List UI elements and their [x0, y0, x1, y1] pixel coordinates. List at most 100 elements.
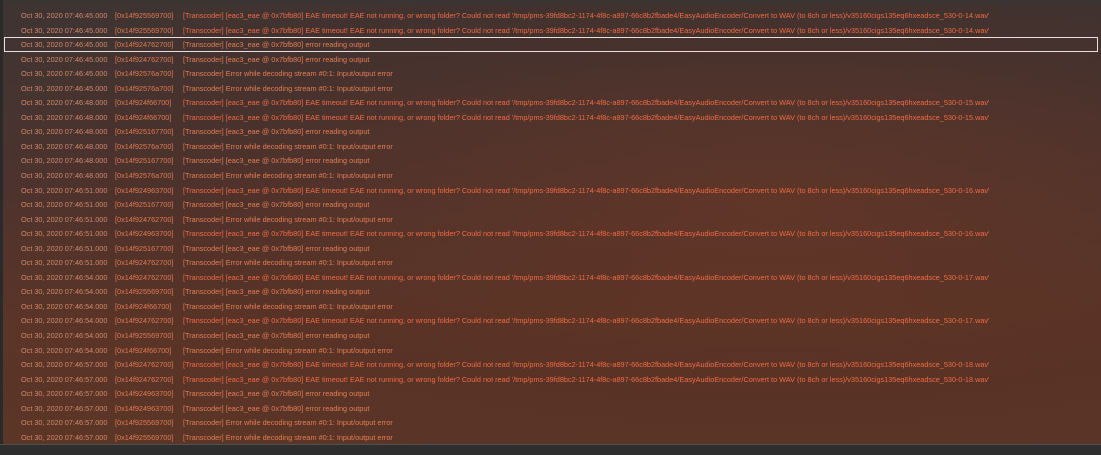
log-timestamp: Oct 30, 2020 07:46:57.000: [21, 360, 108, 370]
log-thread-id: [0x14f924f66700]: [115, 301, 172, 311]
log-timestamp: Oct 30, 2020 07:46:48.000: [21, 171, 108, 181]
log-row[interactable]: Oct 30, 2020 07:46:45.000 [0x14f92576a700…: [4, 66, 1098, 81]
left-border: [0, 0, 3, 445]
log-thread-id: [0x14f925569700]: [115, 25, 174, 35]
log-timestamp: Oct 30, 2020 07:46:54.000: [21, 301, 108, 311]
log-row[interactable]: Oct 30, 2020 07:46:48.000 [0x14f92576a700…: [4, 139, 1098, 154]
log-timestamp: Oct 30, 2020 07:46:48.000: [21, 141, 108, 151]
log-message: [Transcoder] [eac3_eae @ 0x7bfb80] EAE t…: [183, 360, 990, 370]
log-timestamp: Oct 30, 2020 07:46:54.000: [21, 345, 108, 355]
log-message: [Transcoder] [eac3_eae @ 0x7bfb80] error…: [183, 200, 370, 210]
log-row[interactable]: Oct 30, 2020 07:46:48.000 [0x14f924f66700…: [4, 95, 1098, 110]
log-timestamp: Oct 30, 2020 07:46:51.000: [21, 185, 108, 195]
log-message: [Transcoder] [eac3_eae @ 0x7bfb80] error…: [183, 243, 370, 253]
log-row[interactable]: Oct 30, 2020 07:46:54.000 [0x14f925569700…: [4, 284, 1098, 299]
log-row[interactable]: Oct 30, 2020 07:46:45.000 [0x14f924762700…: [4, 52, 1098, 67]
log-row[interactable]: Oct 30, 2020 07:46:57.000 [0x14f924963700…: [4, 386, 1098, 401]
log-thread-id: [0x14f925569700]: [115, 287, 174, 297]
log-timestamp: Oct 30, 2020 07:46:54.000: [21, 331, 108, 341]
log-row[interactable]: Oct 30, 2020 07:46:45.000 [0x14f92576a700…: [4, 81, 1098, 96]
log-row[interactable]: Oct 30, 2020 07:46:54.000 [0x14f924f66700…: [4, 343, 1098, 358]
log-thread-id: [0x14f925569700]: [115, 418, 174, 428]
log-timestamp: Oct 30, 2020 07:46:48.000: [21, 112, 108, 122]
log-timestamp: Oct 30, 2020 07:46:51.000: [21, 229, 108, 239]
log-timestamp: Oct 30, 2020 07:46:45.000: [21, 69, 108, 79]
log-message: [Transcoder] [eac3_eae @ 0x7bfb80] EAE t…: [183, 374, 990, 384]
log-thread-id: [0x14f924f66700]: [115, 98, 172, 108]
log-message: [Transcoder] [eac3_eae @ 0x7bfb80] error…: [183, 331, 370, 341]
log-thread-id: [0x14f924963700]: [115, 185, 174, 195]
log-row[interactable]: Oct 30, 2020 07:46:45.000 [0x14f925569700…: [4, 8, 1098, 23]
log-message: [Transcoder] [eac3_eae @ 0x7bfb80] EAE t…: [183, 229, 990, 239]
log-message: [Transcoder] Error while decoding stream…: [183, 141, 393, 151]
log-thread-id: [0x14f92576a700]: [115, 69, 174, 79]
log-thread-id: [0x14f925167700]: [115, 127, 174, 137]
log-message: [Transcoder] Error while decoding stream…: [183, 418, 393, 428]
log-timestamp: Oct 30, 2020 07:46:54.000: [21, 287, 108, 297]
log-row[interactable]: Oct 30, 2020 07:46:57.000 [0x14f924963700…: [4, 401, 1098, 416]
log-row[interactable]: Oct 30, 2020 07:46:51.000 [0x14f925167700…: [4, 241, 1098, 256]
log-timestamp: Oct 30, 2020 07:46:51.000: [21, 200, 108, 210]
log-row[interactable]: Oct 30, 2020 07:46:54.000 [0x14f924f66700…: [4, 299, 1098, 314]
log-timestamp: Oct 30, 2020 07:46:57.000: [21, 418, 108, 428]
log-thread-id: [0x14f924762700]: [115, 316, 174, 326]
log-timestamp: Oct 30, 2020 07:46:45.000: [21, 40, 108, 50]
log-message: [Transcoder] Error while decoding stream…: [183, 171, 393, 181]
log-timestamp: Oct 30, 2020 07:46:48.000: [21, 156, 108, 166]
log-row[interactable]: Oct 30, 2020 07:46:48.000 [0x14f92576a700…: [4, 168, 1098, 183]
log-row[interactable]: Oct 30, 2020 07:46:57.000 [0x14f925569700…: [4, 430, 1098, 445]
log-timestamp: Oct 30, 2020 07:46:51.000: [21, 258, 108, 268]
log-row[interactable]: Oct 30, 2020 07:46:54.000 [0x14f925569700…: [4, 328, 1098, 343]
log-row[interactable]: Oct 30, 2020 07:46:54.000 [0x14f924762700…: [4, 313, 1098, 328]
log-row[interactable]: Oct 30, 2020 07:46:48.000 [0x14f925167700…: [4, 124, 1098, 139]
log-row[interactable]: Oct 30, 2020 07:46:45.000 [0x14f925569700…: [4, 23, 1098, 38]
horizontal-scrollbar[interactable]: [0, 444, 1101, 455]
log-thread-id: [0x14f92576a700]: [115, 171, 174, 181]
log-row[interactable]: Oct 30, 2020 07:46:48.000 [0x14f924f66700…: [4, 110, 1098, 125]
log-timestamp: Oct 30, 2020 07:46:51.000: [21, 243, 108, 253]
log-message: [Transcoder] Error while decoding stream…: [183, 432, 393, 442]
log-row[interactable]: Oct 30, 2020 07:46:57.000 [0x14f924762700…: [4, 357, 1098, 372]
log-timestamp: Oct 30, 2020 07:46:57.000: [21, 389, 108, 399]
log-row[interactable]: Oct 30, 2020 07:46:54.000 [0x14f924762700…: [4, 270, 1098, 285]
log-row[interactable]: Oct 30, 2020 07:46:57.000 [0x14f925569700…: [4, 415, 1098, 430]
log-thread-id: [0x14f925569700]: [115, 331, 174, 341]
log-thread-id: [0x14f924f66700]: [115, 345, 172, 355]
log-message: [Transcoder] [eac3_eae @ 0x7bfb80] error…: [183, 127, 370, 137]
log-timestamp: Oct 30, 2020 07:46:48.000: [21, 127, 108, 137]
log-message: [Transcoder] Error while decoding stream…: [183, 301, 393, 311]
log-thread-id: [0x14f924762700]: [115, 214, 174, 224]
log-message: [Transcoder] [eac3_eae @ 0x7bfb80] error…: [183, 287, 370, 297]
log-message: [Transcoder] Error while decoding stream…: [183, 345, 393, 355]
log-message: [Transcoder] [eac3_eae @ 0x7bfb80] error…: [183, 403, 370, 413]
top-border: [0, 0, 1101, 4]
log-row[interactable]: Oct 30, 2020 07:46:48.000 [0x14f925167700…: [4, 153, 1098, 168]
log-timestamp: Oct 30, 2020 07:46:54.000: [21, 272, 108, 282]
log-row[interactable]: Oct 30, 2020 07:46:51.000 [0x14f924963700…: [4, 183, 1098, 198]
log-list[interactable]: Oct 30, 2020 07:46:45.000 [0x14f925569700…: [4, 8, 1098, 444]
log-thread-id: [0x14f925167700]: [115, 156, 174, 166]
log-timestamp: Oct 30, 2020 07:46:57.000: [21, 374, 108, 384]
log-timestamp: Oct 30, 2020 07:46:57.000: [21, 432, 108, 442]
log-timestamp: Oct 30, 2020 07:46:45.000: [21, 11, 108, 20]
log-row[interactable]: Oct 30, 2020 07:46:45.000 [0x14f924762700…: [4, 37, 1098, 52]
log-timestamp: Oct 30, 2020 07:46:57.000: [21, 403, 108, 413]
log-row[interactable]: Oct 30, 2020 07:46:51.000 [0x14f925167700…: [4, 197, 1098, 212]
log-thread-id: [0x14f92576a700]: [115, 83, 174, 93]
log-thread-id: [0x14f924762700]: [115, 54, 174, 64]
log-timestamp: Oct 30, 2020 07:46:45.000: [21, 83, 108, 93]
log-message: [Transcoder] Error while decoding stream…: [183, 258, 393, 268]
log-row[interactable]: Oct 30, 2020 07:46:51.000 [0x14f924762700…: [4, 212, 1098, 227]
log-viewer: Oct 30, 2020 07:46:45.000 [0x14f925569700…: [0, 0, 1101, 455]
log-row[interactable]: Oct 30, 2020 07:46:57.000 [0x14f924762700…: [4, 372, 1098, 387]
log-thread-id: [0x14f925569700]: [115, 432, 174, 442]
log-row[interactable]: Oct 30, 2020 07:46:51.000 [0x14f924963700…: [4, 226, 1098, 241]
log-thread-id: [0x14f924762700]: [115, 258, 174, 268]
log-message: [Transcoder] [eac3_eae @ 0x7bfb80] EAE t…: [183, 272, 990, 282]
log-message: [Transcoder] [eac3_eae @ 0x7bfb80] error…: [183, 156, 370, 166]
log-row[interactable]: Oct 30, 2020 07:46:51.000 [0x14f924762700…: [4, 255, 1098, 270]
log-message: [Transcoder] Error while decoding stream…: [183, 214, 393, 224]
log-thread-id: [0x14f924963700]: [115, 229, 174, 239]
log-thread-id: [0x14f924963700]: [115, 403, 174, 413]
log-message: [Transcoder] Error while decoding stream…: [183, 69, 393, 79]
